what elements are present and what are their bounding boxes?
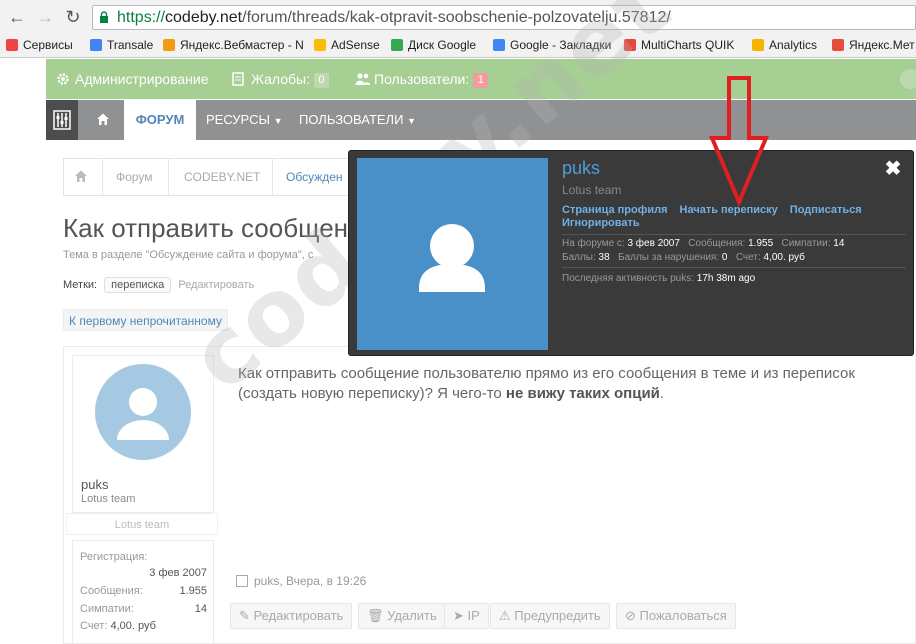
report-icon: ⊘ <box>625 608 636 623</box>
stat-label: Симпатии: <box>80 603 134 615</box>
edit-button[interactable]: ✎ Редактировать <box>230 603 353 629</box>
breadcrumb-item[interactable]: CODEBY.NET <box>184 170 260 184</box>
bookmark-item[interactable]: AdSense <box>314 37 380 53</box>
bookmark-item[interactable]: Google - Закладки <box>493 37 611 53</box>
popup-stats-row: Баллы: 38 Баллы за нарушения: 0 Счет: 4,… <box>562 252 805 263</box>
breadcrumb-divider <box>272 159 273 195</box>
follow-link[interactable]: Подписаться <box>790 204 862 216</box>
reload-icon[interactable]: ↻ <box>62 6 84 28</box>
chevron-down-icon: ▼ <box>273 116 283 126</box>
home-icon[interactable] <box>88 100 118 140</box>
report-button[interactable]: ⊘ Пожаловаться <box>616 603 736 629</box>
stat-value: 1.955 <box>179 585 207 597</box>
avatar[interactable] <box>95 364 191 460</box>
users-icon <box>355 72 371 86</box>
google-icon <box>90 39 102 51</box>
breadcrumb-divider <box>102 159 103 195</box>
popup-links: Страница профиля Начать переписку Подписат… <box>562 204 906 230</box>
tab-resources[interactable]: РЕСУРСЫ ▼ <box>206 100 283 140</box>
breadcrumb-item[interactable]: Обсужден <box>286 170 343 184</box>
admin-link[interactable]: Администрирование <box>56 71 209 87</box>
apps-grid-icon <box>6 39 18 51</box>
bookmark-item[interactable]: MultiCharts QUIK <box>624 37 734 53</box>
users-badge: 1 <box>473 73 489 88</box>
breadcrumb-divider <box>168 159 169 195</box>
stat-value: 3 фев 2007 <box>149 567 207 579</box>
tab-users[interactable]: ПОЛЬЗОВАТЕЛИ ▼ <box>299 100 416 140</box>
tag-chip[interactable]: переписка <box>104 277 172 293</box>
yandex-webmaster-icon <box>163 39 175 51</box>
delete-button[interactable]: 🗑 Удалить <box>358 603 446 629</box>
main-nav: ФОРУМ РЕСУРСЫ ▼ ПОЛЬЗОВАТЕЛИ ▼ <box>46 100 916 140</box>
bookmark-item[interactable]: Сервисы <box>6 37 73 53</box>
popup-divider <box>562 234 906 235</box>
post-username[interactable]: puks <box>81 477 108 492</box>
lock-icon <box>100 11 108 23</box>
users-link[interactable]: Пользователи: 1 <box>355 71 489 88</box>
yandex-metrika-icon <box>832 39 844 51</box>
stat-label: Счет: 4,00. руб <box>80 620 156 632</box>
tags-edit-link[interactable]: Редактировать <box>178 279 254 291</box>
bookmark-item[interactable]: Диск Google <box>391 37 476 53</box>
location-arrow-icon: ➤ <box>453 608 464 623</box>
warn-button[interactable]: ⚠ Предупредить <box>490 603 610 629</box>
sliders-logo-icon[interactable] <box>46 100 78 140</box>
ignore-link[interactable]: Игнорировать <box>562 217 640 229</box>
trash-icon: 🗑 <box>367 608 384 623</box>
thread-subtitle: Тема в разделе "Обсуждение сайта и форум… <box>63 249 314 261</box>
stat-label: Регистрация: <box>80 551 148 563</box>
bookmarks-bar: Сервисы Transale Яндекс.Вебмастер - N AdSen… <box>0 34 916 56</box>
breadcrumb: Форум CODEBY.NET Обсужден <box>63 158 363 196</box>
post-message-bold: не вижу таких опций <box>505 385 660 402</box>
google-icon <box>493 39 505 51</box>
stat-value: 14 <box>194 603 207 615</box>
avatar[interactable] <box>357 158 548 350</box>
address-bar[interactable]: https://codeby.net/forum/threads/kak-otp… <box>92 5 916 30</box>
chrome-icon <box>624 39 636 51</box>
admin-bar: Администрирование Жалобы: 0 Пользователи:… <box>46 59 916 99</box>
url-text: https://codeby.net/forum/threads/kak-otp… <box>117 9 671 26</box>
popup-username[interactable]: puks <box>562 158 600 179</box>
tags-row: Метки: переписка Редактировать <box>63 277 254 293</box>
breadcrumb-item[interactable]: Форум <box>116 170 152 184</box>
analytics-icon <box>752 39 764 51</box>
bookmark-item[interactable]: Transale <box>90 37 153 53</box>
pencil-icon: ✎ <box>239 608 250 623</box>
popup-user-title: Lotus team <box>562 183 622 197</box>
red-arrow-annotation <box>708 76 770 206</box>
select-checkbox[interactable] <box>236 575 248 587</box>
popup-last-activity: Последняя активность puks: 17h 38m ago <box>562 273 756 284</box>
post-team-banner: Lotus team <box>66 513 218 535</box>
home-icon[interactable] <box>74 169 88 186</box>
popup-stats-row: На форуме с: 3 фев 2007 Сообщения: 1.955… <box>562 238 845 249</box>
complaints-badge: 0 <box>313 73 329 88</box>
close-icon[interactable]: ✖ <box>884 159 902 179</box>
gear-icon <box>56 72 70 86</box>
adsense-icon <box>314 39 326 51</box>
bookmark-item[interactable]: Analytics <box>752 37 817 53</box>
complaints-link[interactable]: Жалобы: 0 <box>232 71 329 88</box>
post-meta: puks, Вчера, в 19:26 <box>236 574 366 588</box>
bookmark-item[interactable]: Яндекс.Вебмастер - N <box>163 37 304 53</box>
first-unread-button[interactable]: К первому непрочитанному <box>63 309 228 331</box>
browser-chrome: ← → ↻ https://codeby.net/forum/threads/k… <box>0 0 916 58</box>
back-icon[interactable]: ← <box>6 6 28 28</box>
browser-toolbar: ← → ↻ https://codeby.net/forum/threads/k… <box>0 0 916 34</box>
profile-link[interactable]: Страница профиля <box>562 204 668 216</box>
bookmark-item[interactable]: Яндекс.Мет <box>832 37 915 53</box>
google-drive-icon <box>391 39 403 51</box>
page-title: Как отправить сообщени <box>63 213 363 243</box>
menu-icon[interactable] <box>900 69 916 89</box>
tags-label: Метки: <box>63 279 98 291</box>
chevron-down-icon: ▼ <box>407 116 416 126</box>
post-user-title: Lotus team <box>81 493 136 505</box>
post-message: Как отправить сообщение пользователю пря… <box>238 365 855 402</box>
ip-button[interactable]: ➤ IP <box>444 603 489 629</box>
stat-label: Сообщения: <box>80 585 143 597</box>
tab-forum[interactable]: ФОРУМ <box>124 100 196 140</box>
document-icon <box>232 72 246 86</box>
forward-icon[interactable]: → <box>34 6 56 28</box>
popup-divider <box>562 267 906 268</box>
warning-icon: ⚠ <box>499 608 511 623</box>
